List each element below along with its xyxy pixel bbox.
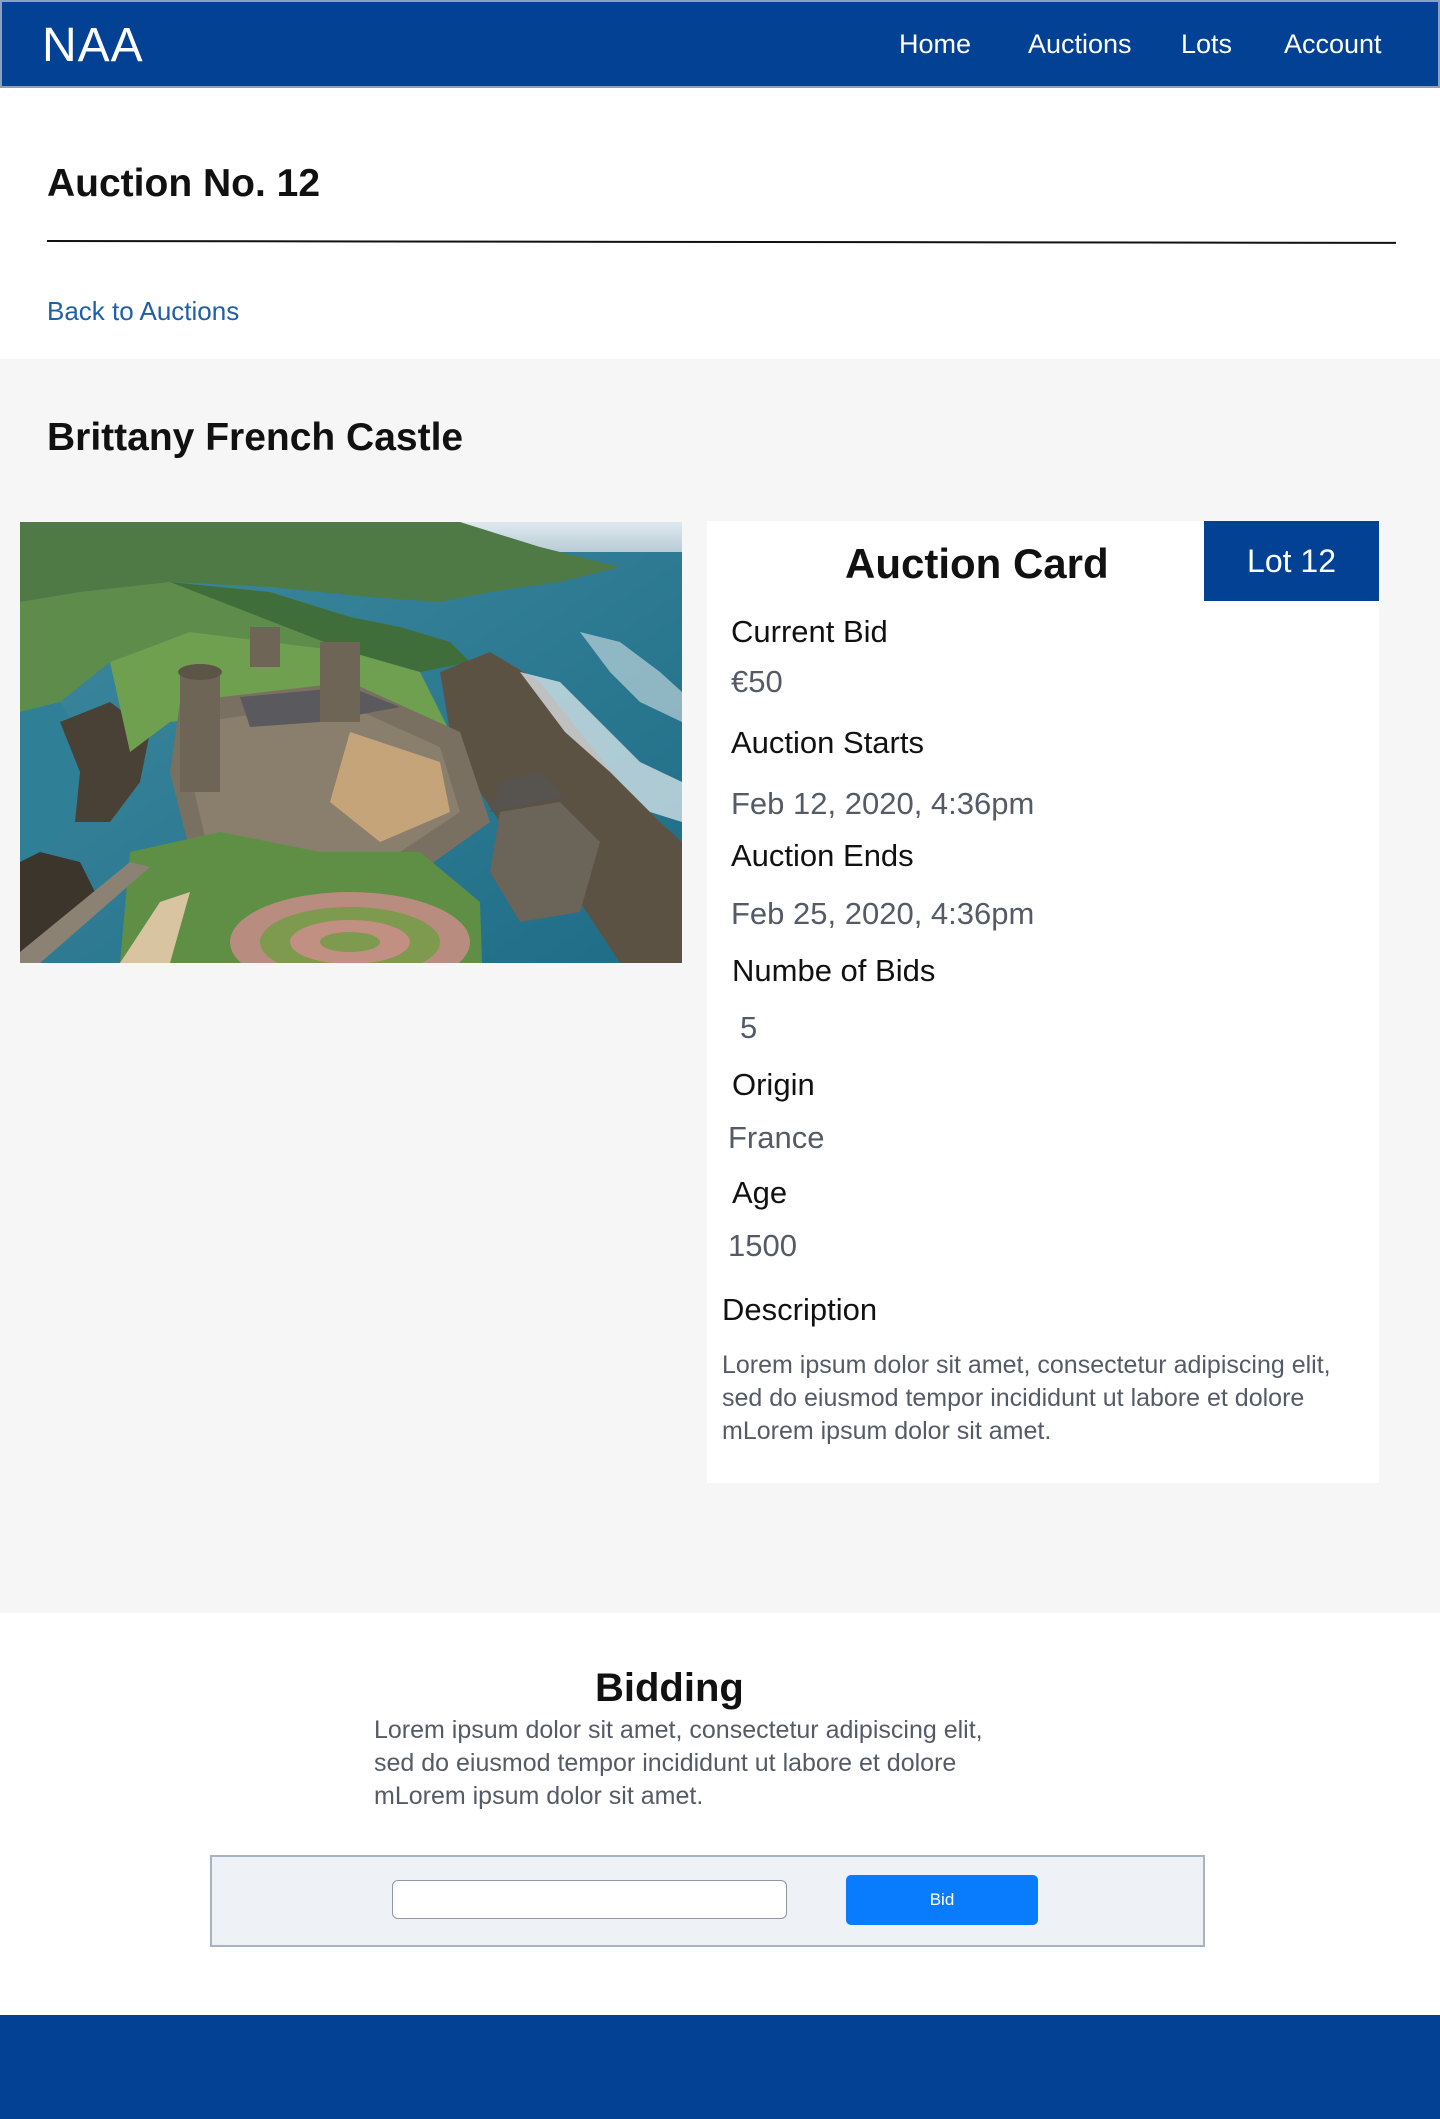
number-of-bids-label: Numbe of Bids — [732, 953, 936, 988]
origin-value: France — [728, 1120, 825, 1155]
nav-lots-link[interactable]: Lots — [1181, 29, 1232, 60]
castle-photo-image — [20, 522, 682, 963]
number-of-bids-value: 5 — [740, 1010, 758, 1045]
description-text: Lorem ipsum dolor sit amet, consectetur … — [722, 1351, 1331, 1445]
nav-auctions-link[interactable]: Auctions — [1028, 29, 1132, 60]
current-bid-value: €50 — [731, 664, 783, 699]
page: NAA Home Auctions Lots Account Auction N… — [0, 0, 1440, 2119]
auction-card-title: Auction Card — [845, 540, 1109, 587]
title-divider — [46, 240, 1397, 244]
back-to-auctions-link[interactable]: Back to Auctions — [47, 296, 239, 327]
auction-card — [707, 521, 1379, 1483]
auction-starts-value: Feb 12, 2020, 4:36pm — [731, 786, 1035, 821]
age-value: 1500 — [728, 1228, 797, 1263]
age-label: Age — [732, 1175, 788, 1210]
bid-amount-input[interactable] — [392, 1880, 787, 1919]
lot-badge: Lot 12 — [1204, 521, 1379, 601]
bidding-text: Lorem ipsum dolor sit amet, consectetur … — [374, 1716, 983, 1810]
nav-home-link[interactable]: Home — [899, 29, 971, 60]
brand-logo[interactable]: NAA — [42, 18, 144, 73]
lot-title: Brittany French Castle — [47, 416, 464, 459]
auction-ends-value: Feb 25, 2020, 4:36pm — [731, 896, 1035, 931]
nav-account-link[interactable]: Account — [1284, 29, 1382, 60]
top-navbar: NAA Home Auctions Lots Account — [0, 0, 1440, 88]
origin-label: Origin — [732, 1067, 815, 1102]
bidding-title: Bidding — [595, 1666, 744, 1710]
footer — [0, 2015, 1440, 2119]
castle-photo — [20, 522, 682, 963]
bid-button[interactable]: Bid — [846, 1875, 1038, 1925]
auction-starts-label: Auction Starts — [731, 725, 924, 760]
current-bid-label: Current Bid — [731, 614, 888, 649]
description-label: Description — [722, 1292, 878, 1327]
auction-ends-label: Auction Ends — [731, 838, 914, 873]
page-title: Auction No. 12 — [47, 162, 321, 205]
